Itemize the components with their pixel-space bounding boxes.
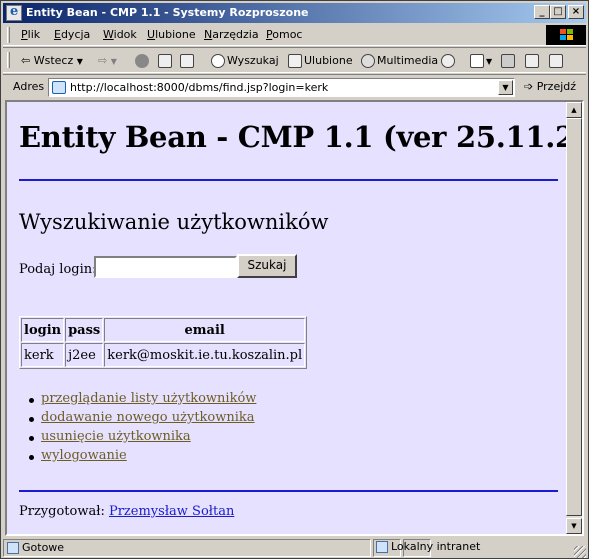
scroll-up-button[interactable]: ▲ <box>566 102 582 118</box>
author-link[interactable]: Przemysław Sołtan <box>109 504 234 519</box>
login-label: Podaj login: <box>19 262 97 277</box>
close-button[interactable]: × <box>568 5 584 19</box>
minimize-button[interactable]: _ <box>534 5 550 19</box>
edit-button[interactable] <box>525 52 541 70</box>
scroll-thumb[interactable] <box>566 118 582 516</box>
discuss-icon <box>549 54 563 68</box>
page-icon <box>52 81 66 94</box>
refresh-button[interactable] <box>158 52 174 70</box>
menu-file[interactable]: Plik <box>21 28 40 41</box>
menu-favorites[interactable]: Ulubione <box>147 28 196 41</box>
column-header: pass <box>65 318 104 342</box>
results-table: login pass email kerk j2ee kerk@moskit.i… <box>19 316 308 369</box>
zone-pane: Lokalny intranet <box>373 539 573 557</box>
stop-icon <box>135 54 149 68</box>
scroll-down-button[interactable]: ▼ <box>566 518 582 534</box>
column-header: email <box>104 318 306 342</box>
footer-label: Przygotował: <box>19 504 105 519</box>
table-cell: kerk <box>21 343 65 367</box>
footer: Przygotował: Przemysław Sołtan <box>19 504 234 519</box>
chevron-down-icon: ▼ <box>110 57 117 66</box>
toolbar-grip <box>7 52 10 68</box>
menu-help[interactable]: Pomoc <box>266 28 302 41</box>
edit-icon <box>525 54 539 68</box>
back-button[interactable]: ⇦ Wstecz ▼ <box>21 52 83 70</box>
home-icon <box>180 54 194 68</box>
windows-logo-icon <box>546 25 586 45</box>
resize-grip[interactable] <box>574 546 586 558</box>
standard-toolbar: ⇦ Wstecz ▼ ⇨ ▼ Wyszukaj Ulubione Multime… <box>3 47 586 73</box>
address-bar: Adres http://localhost:8000/dbms/find.js… <box>3 74 586 98</box>
history-icon <box>441 54 455 68</box>
favorites-button[interactable]: Ulubione <box>288 52 353 70</box>
divider <box>19 490 558 492</box>
page-viewport: Entity Bean - CMP 1.1 (ver 25.11.2002) W… <box>5 100 584 536</box>
favorites-icon <box>288 54 302 68</box>
login-input[interactable] <box>94 256 237 278</box>
add-user-link[interactable]: dodawanie nowego użytkownika <box>41 410 255 425</box>
mail-button[interactable]: ▼ <box>470 52 492 70</box>
browser-window: Entity Bean - CMP 1.1 - Systemy Rozprosz… <box>0 0 589 559</box>
column-header: login <box>21 318 65 342</box>
intranet-icon <box>376 541 388 553</box>
address-dropdown-button[interactable]: ▼ <box>498 80 513 95</box>
delete-user-link[interactable]: usunięcie użytkownika <box>41 429 191 444</box>
list-item: przeglądanie listy użytkowników <box>28 391 256 410</box>
search-button[interactable]: Wyszukaj <box>211 52 279 70</box>
menu-view[interactable]: Widok <box>103 28 137 41</box>
back-arrow-icon: ⇦ <box>21 54 31 67</box>
history-button[interactable] <box>441 52 457 70</box>
internet-explorer-icon <box>6 4 22 21</box>
print-button[interactable] <box>501 52 517 70</box>
chevron-down-icon: ▼ <box>486 57 493 66</box>
vertical-scrollbar[interactable]: ▲ ▼ <box>566 102 582 534</box>
navigation-links: przeglądanie listy użytkowników dodawani… <box>28 391 256 467</box>
list-item: usunięcie użytkownika <box>28 429 256 448</box>
address-label: Adres <box>13 80 45 93</box>
table-cell: kerk@moskit.ie.tu.koszalin.pl <box>104 343 306 367</box>
table-header-row: login pass email <box>21 318 306 342</box>
table-cell: j2ee <box>65 343 104 367</box>
media-icon <box>361 54 375 68</box>
menu-edit[interactable]: Edycja <box>54 28 90 41</box>
section-title: Wyszukiwanie użytkowników <box>19 210 329 234</box>
toolbar-grip <box>7 27 10 43</box>
logout-link[interactable]: wylogowanie <box>41 448 127 463</box>
page-content: Entity Bean - CMP 1.1 (ver 25.11.2002) W… <box>7 102 582 534</box>
table-row: kerk j2ee kerk@moskit.ie.tu.koszalin.pl <box>21 343 306 367</box>
page-title: Entity Bean - CMP 1.1 (ver 25.11.2002) <box>19 120 582 154</box>
media-button[interactable]: Multimedia <box>361 52 438 70</box>
address-input[interactable]: http://localhost:8000/dbms/find.jsp?logi… <box>48 78 515 97</box>
status-bar: Gotowe Lokalny intranet <box>3 538 586 558</box>
chevron-down-icon: ▼ <box>76 57 83 66</box>
divider <box>19 179 558 181</box>
title-bar: Entity Bean - CMP 1.1 - Systemy Rozprosz… <box>3 3 586 23</box>
list-item: wylogowanie <box>28 448 256 467</box>
refresh-icon <box>158 54 172 68</box>
browse-users-link[interactable]: przeglądanie listy użytkowników <box>41 391 256 406</box>
address-url: http://localhost:8000/dbms/find.jsp?logi… <box>70 81 329 94</box>
search-submit-button[interactable]: Szukaj <box>237 254 297 278</box>
maximize-button[interactable]: □ <box>550 5 566 19</box>
magnifier-icon <box>211 54 225 68</box>
stop-button[interactable] <box>135 52 151 70</box>
list-item: dodawanie nowego użytkownika <box>28 410 256 429</box>
printer-icon <box>501 54 515 68</box>
go-arrow-icon: ➩ <box>524 80 534 93</box>
forward-button[interactable]: ⇨ ▼ <box>98 52 117 70</box>
mail-icon <box>470 54 484 68</box>
menu-bar: Plik Edycja Widok Ulubione Narzędzia Pom… <box>3 24 586 46</box>
page-icon <box>7 542 19 554</box>
menu-tools[interactable]: Narzędzia <box>204 28 259 41</box>
home-button[interactable] <box>180 52 196 70</box>
status-text-pane: Gotowe <box>3 539 371 557</box>
window-title: Entity Bean - CMP 1.1 - Systemy Rozprosz… <box>26 6 309 19</box>
go-button[interactable]: ➩ Przejdź <box>524 80 576 93</box>
discuss-button[interactable] <box>549 52 565 70</box>
